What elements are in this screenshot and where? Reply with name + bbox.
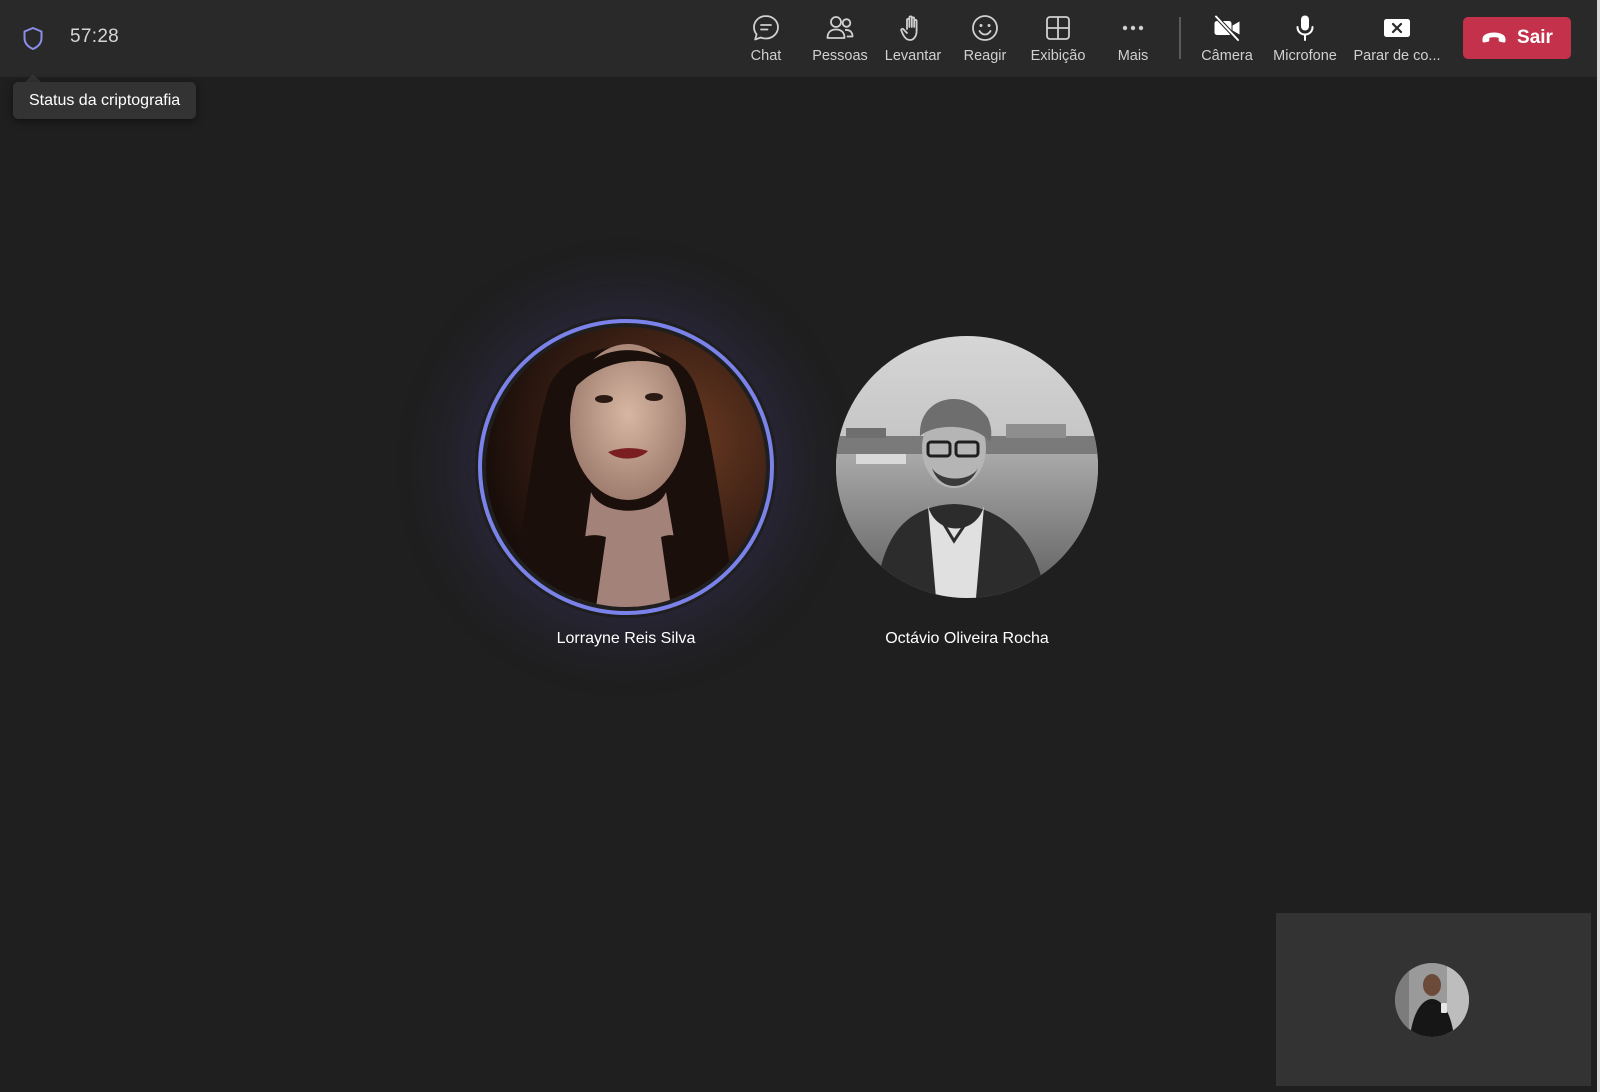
more-dots-icon (1118, 13, 1148, 43)
participant-avatar-octavio[interactable] (836, 336, 1098, 598)
people-icon (825, 13, 855, 43)
react-button[interactable]: Reagir (961, 0, 1009, 77)
stop-sharing-label: Parar de co... (1353, 48, 1441, 64)
microphone-button[interactable]: Microfone (1270, 0, 1340, 77)
encryption-shield-icon[interactable] (20, 24, 46, 52)
stop-sharing-button[interactable]: Parar de co... (1352, 0, 1442, 77)
camera-label: Câmera (1201, 48, 1253, 64)
camera-button[interactable]: Câmera (1200, 0, 1254, 77)
people-button[interactable]: Pessoas (810, 0, 870, 77)
meeting-timer: 57:28 (70, 26, 120, 47)
more-label: Mais (1117, 48, 1149, 64)
encryption-tooltip: Status da criptografia (13, 82, 197, 119)
self-video-preview[interactable] (1276, 913, 1591, 1086)
smiley-icon (970, 13, 1000, 43)
meeting-window: 57:28 Chat Pessoas Levantar Reagir Exibi… (0, 0, 1600, 1092)
participant-name-lorrayne: Lorrayne Reis Silva (556, 630, 696, 647)
chat-button[interactable]: Chat (748, 0, 784, 77)
self-avatar (1395, 963, 1469, 1037)
raise-hand-icon (898, 13, 928, 43)
hang-up-icon (1481, 31, 1507, 45)
chat-icon (751, 13, 781, 43)
raise-hand-label: Levantar (884, 48, 942, 64)
tooltip-arrow (25, 74, 41, 82)
microphone-label: Microfone (1273, 48, 1337, 64)
meeting-toolbar: 57:28 Chat Pessoas Levantar Reagir Exibi… (0, 0, 1597, 77)
raise-hand-button[interactable]: Levantar (882, 0, 944, 77)
camera-off-icon (1212, 13, 1242, 43)
grid-view-icon (1043, 13, 1073, 43)
more-button[interactable]: Mais (1115, 0, 1151, 77)
leave-button[interactable]: Sair (1463, 17, 1571, 59)
participant-name-octavio: Octávio Oliveira Rocha (885, 630, 1049, 647)
people-label: Pessoas (812, 48, 868, 64)
stop-share-icon (1382, 13, 1412, 43)
view-label: Exibição (1030, 48, 1086, 64)
react-label: Reagir (963, 48, 1007, 64)
microphone-icon (1290, 13, 1320, 43)
participant-avatar-lorrayne[interactable] (486, 327, 766, 607)
leave-label: Sair (1517, 27, 1553, 48)
chat-label: Chat (750, 48, 782, 64)
toolbar-divider (1179, 17, 1181, 59)
view-button[interactable]: Exibição (1028, 0, 1088, 77)
